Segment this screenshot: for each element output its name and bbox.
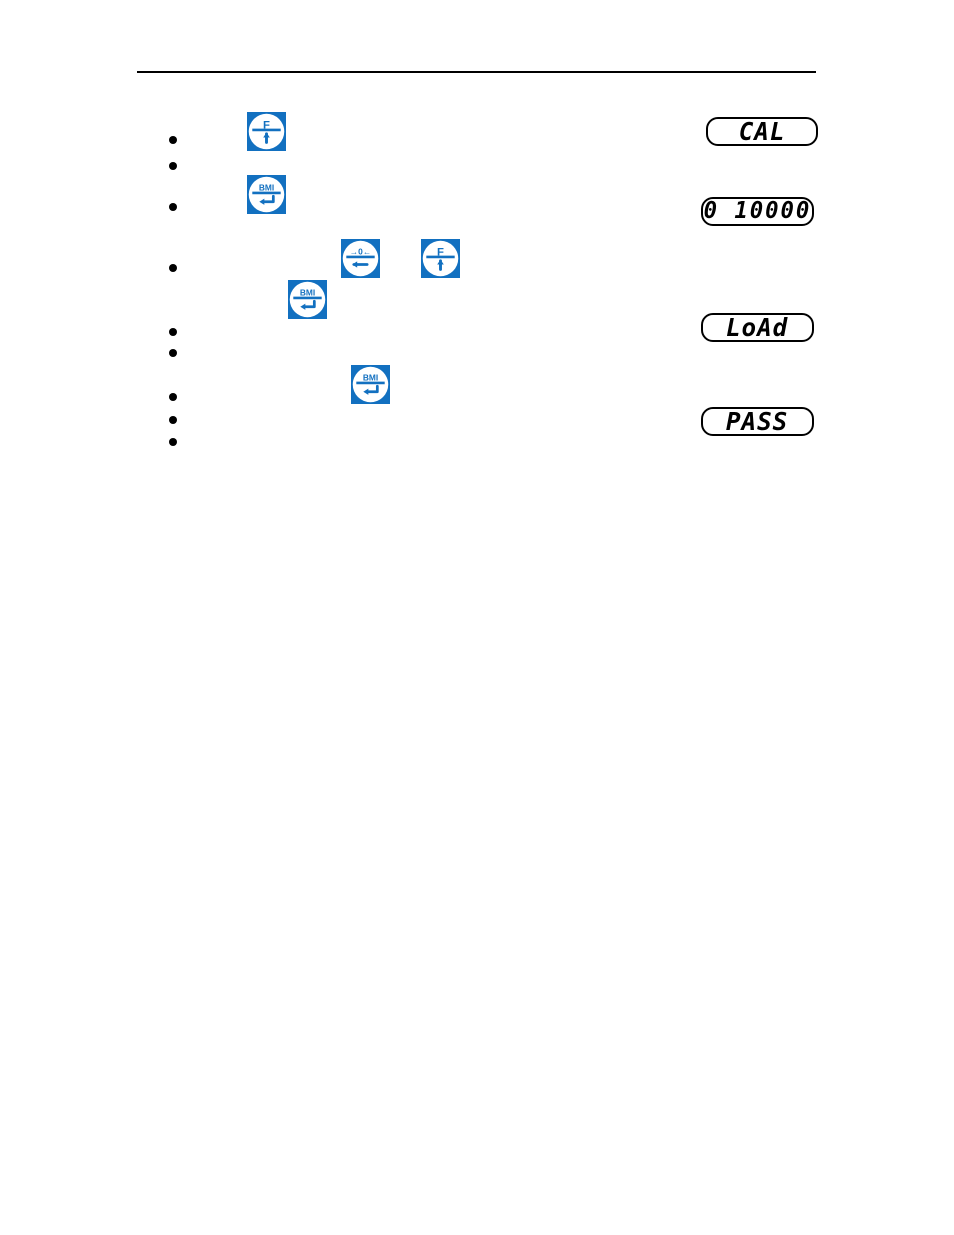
function-up-key-2-icon: F <box>421 239 460 278</box>
bullet-marker <box>169 162 177 170</box>
svg-text:BMI: BMI <box>300 288 315 298</box>
bmi-enter-key-2-icon: BMI <box>288 280 327 319</box>
bullet-marker <box>169 328 177 336</box>
bullet-marker <box>169 416 177 424</box>
bullet-marker <box>169 264 177 272</box>
document-page: F BMI →0← F BMI BMI CAL 0 10000 LoAd PAS… <box>0 0 954 1235</box>
header-rule <box>137 71 816 73</box>
function-up-key-1-icon: F <box>247 112 286 151</box>
bmi-enter-key-3-icon: BMI <box>351 365 390 404</box>
lcd-display-zero-capacity: 0 10000 <box>701 197 814 226</box>
lcd-value: LoAd <box>726 313 789 342</box>
lcd-display-cal: CAL <box>706 117 818 146</box>
lcd-display-pass: PASS <box>701 407 814 436</box>
svg-text:BMI: BMI <box>259 183 274 193</box>
bullet-marker <box>169 438 177 446</box>
svg-text:BMI: BMI <box>363 373 378 383</box>
lcd-value: 0 10000 <box>703 198 812 224</box>
bmi-enter-key-1-icon: BMI <box>247 175 286 214</box>
zero-back-key-1-icon: →0← <box>341 239 380 278</box>
bullet-marker <box>169 203 177 211</box>
bullet-marker <box>169 136 177 144</box>
lcd-value: CAL <box>738 117 786 146</box>
lcd-display-load: LoAd <box>701 313 814 342</box>
svg-text:→0←: →0← <box>350 247 371 257</box>
bullet-marker <box>169 393 177 401</box>
lcd-value: PASS <box>726 407 789 436</box>
bullet-marker <box>169 349 177 357</box>
